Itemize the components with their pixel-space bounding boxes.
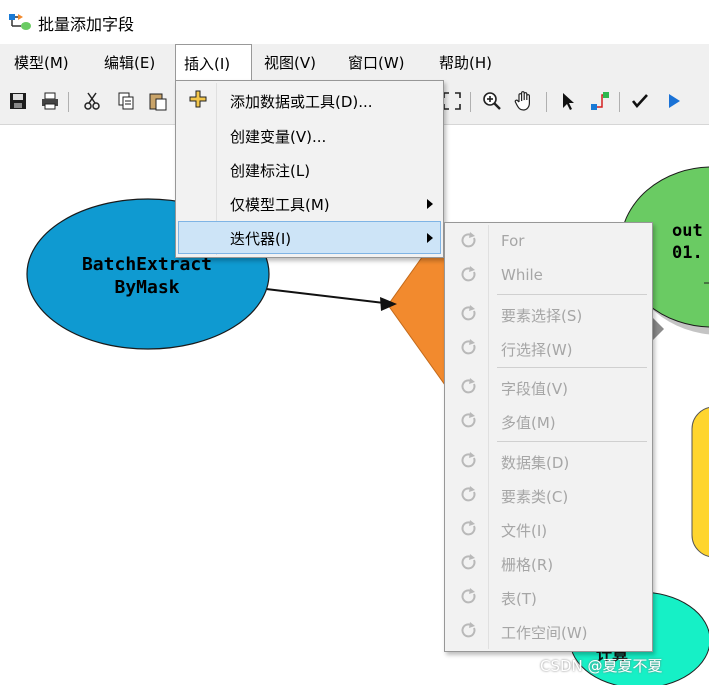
iterate-loop-icon bbox=[461, 305, 476, 321]
pan-hand-icon[interactable] bbox=[512, 89, 536, 113]
submenu-item-field-value[interactable]: 字段值(V) bbox=[447, 371, 650, 403]
iterate-loop-icon bbox=[461, 339, 476, 355]
menu-item-label: 添加数据或工具(D)... bbox=[230, 93, 373, 111]
run-play-icon[interactable] bbox=[662, 89, 686, 113]
submenu-item-row-selection[interactable]: 行选择(W) bbox=[447, 332, 650, 364]
add-connection-icon[interactable] bbox=[588, 89, 612, 113]
menu-item-label: 创建标注(L) bbox=[230, 162, 311, 180]
title-bar: 批量添加字段 bbox=[0, 0, 709, 42]
select-arrow-icon[interactable] bbox=[556, 89, 580, 113]
submenu-item-label: 字段值(V) bbox=[501, 380, 568, 398]
menu-item-label: 创建变量(V)... bbox=[230, 128, 327, 146]
iterate-loop-icon bbox=[461, 232, 476, 248]
validate-check-icon[interactable] bbox=[628, 89, 652, 113]
menu-item-create-variable[interactable]: 创建变量(V)... bbox=[178, 119, 441, 152]
submenu-item-rasters[interactable]: 栅格(R) bbox=[447, 547, 650, 579]
iterate-loop-icon bbox=[461, 588, 476, 604]
iterate-loop-icon bbox=[461, 486, 476, 502]
model-app-icon bbox=[9, 14, 31, 30]
submenu-item-label: 数据集(D) bbox=[501, 454, 570, 472]
submenu-item-label: For bbox=[501, 232, 525, 250]
menu-edit[interactable]: 编辑(E) bbox=[96, 44, 163, 80]
submenu-item-while[interactable]: While bbox=[447, 259, 650, 291]
menu-separator bbox=[497, 294, 647, 295]
yellow-node[interactable] bbox=[691, 407, 709, 557]
iterate-loop-icon bbox=[461, 378, 476, 394]
submenu-item-label: 栅格(R) bbox=[501, 556, 554, 574]
output-node-label-2: 01. bbox=[672, 243, 703, 263]
toolbar-separator bbox=[546, 92, 547, 112]
submenu-item-label: 文件(I) bbox=[501, 522, 548, 540]
menu-item-label: 迭代器(I) bbox=[230, 230, 292, 248]
iterate-loop-icon bbox=[461, 412, 476, 428]
toolbar-separator bbox=[470, 92, 471, 112]
connector-line[interactable] bbox=[265, 288, 385, 304]
print-icon[interactable] bbox=[38, 89, 62, 113]
iterate-loop-icon bbox=[461, 452, 476, 468]
submenu-arrow-icon bbox=[427, 233, 433, 243]
submenu-item-files[interactable]: 文件(I) bbox=[447, 513, 650, 545]
menu-view[interactable]: 视图(V) bbox=[256, 44, 324, 80]
watermark: CSDN @夏夏不夏 bbox=[540, 657, 663, 675]
zoom-in-icon[interactable] bbox=[480, 89, 504, 113]
submenu-item-workspaces[interactable]: 工作空间(W) bbox=[447, 615, 650, 647]
paste-icon[interactable] bbox=[146, 89, 170, 113]
submenu-item-tables[interactable]: 表(T) bbox=[447, 581, 650, 613]
menu-model[interactable]: 模型(M) bbox=[6, 44, 77, 80]
submenu-item-for[interactable]: For bbox=[447, 225, 650, 257]
iterate-loop-icon bbox=[461, 520, 476, 536]
submenu-item-feature-selection[interactable]: 要素选择(S) bbox=[447, 298, 650, 330]
toolbar-separator bbox=[619, 92, 620, 112]
submenu-item-feature-classes[interactable]: 要素类(C) bbox=[447, 479, 650, 511]
menu-window[interactable]: 窗口(W) bbox=[340, 44, 413, 80]
submenu-item-multivalue[interactable]: 多值(M) bbox=[447, 405, 650, 437]
menu-help[interactable]: 帮助(H) bbox=[431, 44, 500, 80]
submenu-item-label: 表(T) bbox=[501, 590, 537, 608]
menu-separator bbox=[497, 441, 647, 442]
output-node-label-1: out bbox=[672, 221, 703, 241]
submenu-item-label: 要素选择(S) bbox=[501, 307, 583, 325]
add-plus-icon bbox=[189, 90, 207, 108]
toolbar-separator bbox=[68, 92, 69, 112]
cut-icon[interactable] bbox=[80, 89, 104, 113]
menu-item-iterators[interactable]: 迭代器(I) bbox=[178, 221, 441, 254]
submenu-item-datasets[interactable]: 数据集(D) bbox=[447, 445, 650, 477]
submenu-item-label: 工作空间(W) bbox=[501, 624, 588, 642]
iterate-loop-icon bbox=[461, 266, 476, 282]
menu-item-model-only-tools[interactable]: 仅模型工具(M) bbox=[178, 187, 441, 220]
iterator-submenu: For While 要素选择(S) 行选择(W) 字段值(V) 多值(M) 数据集(D) 要素… bbox=[444, 222, 653, 652]
copy-icon[interactable] bbox=[114, 89, 138, 113]
submenu-arrow-icon bbox=[427, 199, 433, 209]
menu-bar: 模型(M) 编辑(E) 插入(I) 视图(V) 窗口(W) 帮助(H) bbox=[0, 44, 709, 81]
submenu-item-label: While bbox=[501, 266, 543, 284]
submenu-item-label: 多值(M) bbox=[501, 414, 556, 432]
submenu-item-label: 行选择(W) bbox=[501, 341, 573, 359]
insert-menu-dropdown: 添加数据或工具(D)... 创建变量(V)... 创建标注(L) 仅模型工具(M… bbox=[175, 80, 444, 258]
window-title: 批量添加字段 bbox=[38, 15, 135, 34]
menu-item-add-data-or-tool[interactable]: 添加数据或工具(D)... bbox=[178, 84, 441, 117]
iterate-loop-icon bbox=[461, 622, 476, 638]
menu-item-create-label[interactable]: 创建标注(L) bbox=[178, 153, 441, 186]
menu-item-label: 仅模型工具(M) bbox=[230, 196, 330, 214]
menu-insert[interactable]: 插入(I) bbox=[175, 44, 252, 81]
submenu-item-label: 要素类(C) bbox=[501, 488, 569, 506]
save-icon[interactable] bbox=[6, 89, 30, 113]
menu-separator bbox=[497, 367, 647, 368]
tool-node-label-2: ByMask bbox=[114, 277, 179, 298]
iterate-loop-icon bbox=[461, 554, 476, 570]
